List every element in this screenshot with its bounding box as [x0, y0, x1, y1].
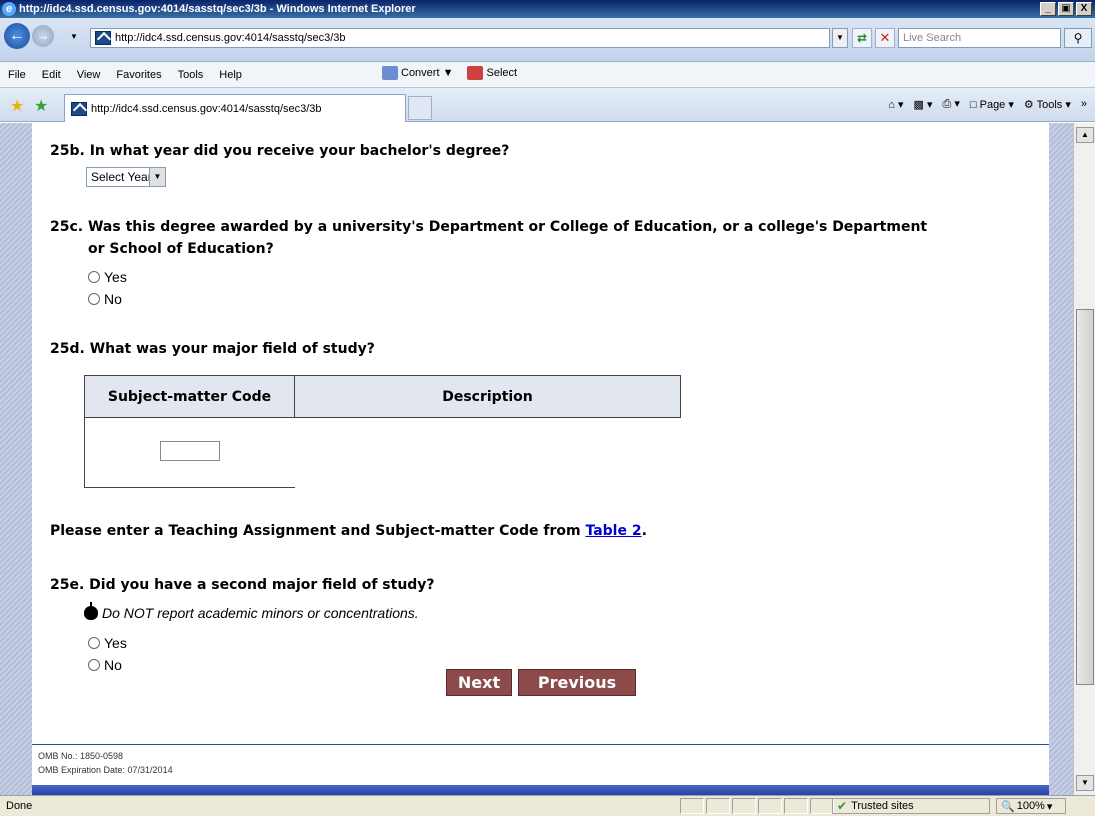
menu-file[interactable]: File [0, 69, 34, 81]
page-bottom-bar [32, 785, 1049, 795]
site-favicon-icon [95, 31, 111, 45]
menu-bar: File Edit View Favorites Tools Help Conv… [0, 62, 1095, 88]
table-instruction: Please enter a Teaching Assignment and S… [50, 523, 647, 539]
zoom-control[interactable]: 🔍 100% ▾ [996, 798, 1066, 814]
convert-icon [382, 66, 398, 80]
refresh-button[interactable]: ⇄ [852, 28, 872, 48]
previous-button[interactable]: Previous [518, 669, 636, 696]
forward-button[interactable]: → [32, 25, 54, 47]
window-title: http://idc4.ssd.census.gov:4014/sasstq/s… [19, 3, 416, 15]
footer-divider [32, 744, 1049, 745]
radio-25c-yes[interactable]: Yes [88, 269, 127, 285]
status-cell [680, 798, 704, 814]
chevron-more-icon[interactable]: » [1081, 98, 1087, 110]
status-text: Done [6, 800, 33, 812]
scroll-down-button[interactable]: ▼ [1076, 775, 1094, 791]
survey-page: 25b. In what year did you receive your b… [32, 123, 1049, 795]
col-header-description: Description [294, 375, 681, 418]
ie-logo-icon: e [2, 2, 16, 16]
content-viewport: 25b. In what year did you receive your b… [0, 123, 1073, 795]
chevron-down-icon: ▾ [1046, 800, 1053, 813]
search-icon: ⚲ [1073, 31, 1083, 45]
feeds-icon[interactable]: ▩ ▾ [914, 98, 933, 111]
status-cell [732, 798, 756, 814]
omb-expiration: OMB Expiration Date: 07/31/2014 [38, 765, 173, 775]
menu-help[interactable]: Help [211, 69, 250, 81]
menu-view[interactable]: View [69, 69, 109, 81]
code-cell [84, 417, 295, 488]
radio-25e-no[interactable]: No [88, 657, 122, 673]
question-25b: 25b. In what year did you receive your b… [50, 143, 510, 159]
page-menu-button[interactable]: □ Page ▾ [970, 98, 1014, 111]
tools-menu-button[interactable]: ⚙ Tools ▾ [1024, 98, 1071, 111]
address-bar[interactable]: http://idc4.ssd.census.gov:4014/sasstq/s… [90, 28, 830, 48]
col-header-code: Subject-matter Code [84, 375, 295, 418]
history-dropdown-icon[interactable]: ▼ [70, 32, 78, 41]
vertical-scrollbar[interactable]: ▲ ▼ [1073, 123, 1095, 795]
instruction-note: Do NOT report academic minors or concent… [84, 602, 419, 621]
status-cell [784, 798, 808, 814]
menu-favorites[interactable]: Favorites [108, 69, 169, 81]
maximize-button[interactable]: ▣ [1058, 2, 1074, 16]
scroll-thumb[interactable] [1076, 309, 1094, 685]
tab-favicon-icon [71, 101, 87, 116]
checkmark-icon: ✔ [837, 799, 848, 813]
address-dropdown-button[interactable]: ▼ [832, 28, 848, 48]
select-icon [467, 66, 484, 80]
subject-code-table: Subject-matter Code Description [84, 375, 681, 488]
question-25c-line1: 25c. Was this degree awarded by a univer… [50, 219, 928, 235]
stop-button[interactable]: ✕ [875, 28, 895, 48]
menu-tools[interactable]: Tools [170, 69, 212, 81]
favorites-star-icon[interactable]: ★ [10, 96, 24, 116]
omb-number: OMB No.: 1850-0598 [38, 751, 124, 761]
status-cells [680, 798, 834, 814]
year-select[interactable]: Select Year ▼ [86, 167, 166, 187]
question-25c-line2: or School of Education? [88, 241, 274, 257]
command-bar: ⌂ ▾ ▩ ▾ ⎙ ▾ □ Page ▾ ⚙ Tools ▾ » [888, 97, 1087, 111]
home-icon[interactable]: ⌂ ▾ [888, 98, 903, 111]
new-tab-button[interactable] [408, 96, 432, 120]
search-input[interactable]: Live Search [898, 28, 1061, 48]
back-button[interactable]: ← [4, 23, 30, 49]
status-cell [706, 798, 730, 814]
chevron-down-icon: ▼ [149, 168, 165, 186]
convert-button[interactable]: Convert ▼ [382, 66, 453, 80]
subject-code-input[interactable] [159, 441, 220, 461]
menu-edit[interactable]: Edit [34, 69, 69, 81]
status-cell [758, 798, 782, 814]
address-toolbar: ← → ▼ http://idc4.ssd.census.gov:4014/sa… [0, 18, 1095, 62]
radio-25e-yes[interactable]: Yes [88, 635, 127, 651]
apple-icon [84, 602, 98, 620]
security-zone[interactable]: ✔ Trusted sites [832, 798, 990, 814]
add-favorite-icon[interactable]: ★ [34, 96, 48, 116]
next-button[interactable]: Next [446, 669, 512, 696]
select-button[interactable]: Select [467, 66, 517, 80]
status-cell [810, 798, 834, 814]
radio-icon[interactable] [88, 637, 100, 649]
window-titlebar: e http://idc4.ssd.census.gov:4014/sasstq… [0, 0, 1095, 18]
radio-icon[interactable] [88, 271, 100, 283]
tab-title: http://idc4.ssd.census.gov:4014/sasstq/s… [91, 102, 322, 115]
description-cell [295, 418, 681, 488]
status-bar: Done ✔ Trusted sites 🔍 100% ▾ [0, 795, 1095, 816]
radio-icon[interactable] [88, 293, 100, 305]
close-button[interactable]: X [1076, 2, 1092, 16]
address-url: http://idc4.ssd.census.gov:4014/sasstq/s… [115, 32, 346, 44]
radio-25c-no[interactable]: No [88, 291, 122, 307]
minimize-button[interactable]: _ [1040, 2, 1056, 16]
question-25e: 25e. Did you have a second major field o… [50, 577, 435, 593]
tab-bar: ★ ★ http://idc4.ssd.census.gov:4014/sass… [0, 88, 1095, 122]
tab-current[interactable]: http://idc4.ssd.census.gov:4014/sasstq/s… [64, 94, 406, 122]
scroll-up-button[interactable]: ▲ [1076, 127, 1094, 143]
search-button[interactable]: ⚲ [1064, 28, 1092, 48]
question-25d: 25d. What was your major field of study? [50, 341, 375, 357]
radio-icon[interactable] [88, 659, 100, 671]
table-2-link[interactable]: Table 2 [585, 523, 641, 539]
zoom-icon: 🔍 [1001, 800, 1015, 813]
print-icon[interactable]: ⎙ ▾ [943, 97, 960, 111]
